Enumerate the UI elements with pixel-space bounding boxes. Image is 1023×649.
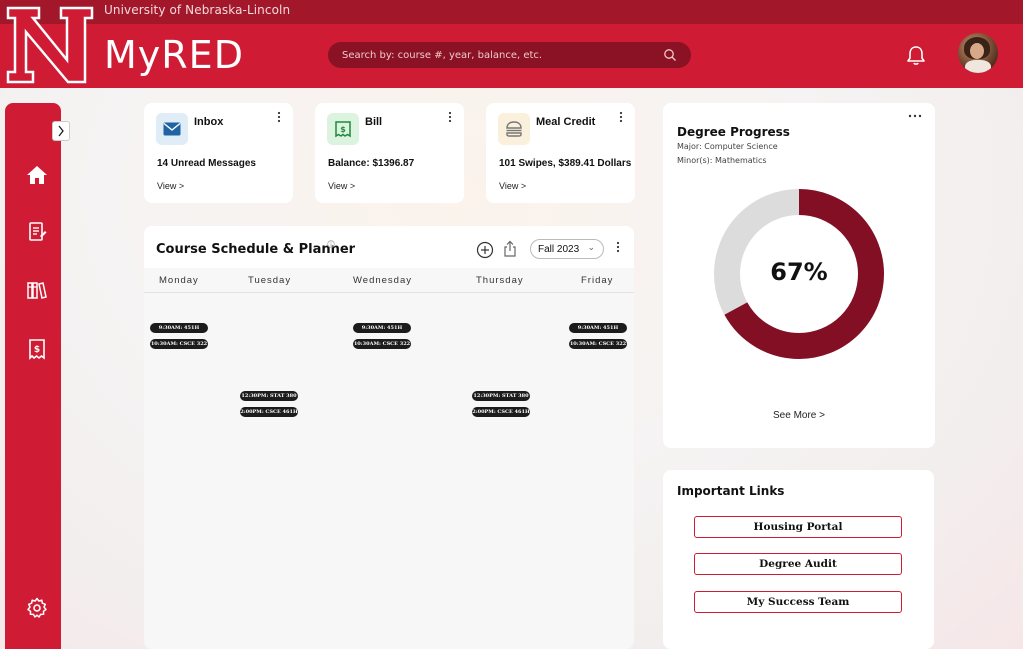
card-title: Inbox bbox=[194, 116, 224, 128]
chevron-right-icon bbox=[58, 125, 64, 137]
important-links-card: Important Links Housing Portal Degree Au… bbox=[663, 470, 934, 649]
mail-icon bbox=[156, 113, 188, 145]
card-title: Bill bbox=[365, 116, 383, 128]
divider bbox=[144, 292, 634, 293]
info-icon[interactable] bbox=[327, 240, 335, 248]
degree-title: Degree Progress bbox=[677, 125, 790, 139]
term-dropdown[interactable]: Fall 2023 ⌄ bbox=[530, 239, 604, 259]
housing-portal-button[interactable]: Housing Portal bbox=[694, 516, 902, 538]
sidebar-expand-button[interactable] bbox=[52, 121, 70, 141]
user-avatar[interactable] bbox=[958, 33, 998, 73]
class-block[interactable]: 2:00PM: CSCE 461H bbox=[472, 407, 530, 417]
notification-bell-icon[interactable] bbox=[905, 44, 927, 66]
nebraska-n-logo-icon[interactable] bbox=[5, 5, 95, 85]
class-block[interactable]: 10:30AM: CSCE 322 bbox=[353, 339, 411, 349]
more-vertical-icon[interactable] bbox=[616, 241, 620, 253]
bill-card[interactable]: $ Bill Balance: $1396.87 View > bbox=[315, 103, 464, 203]
class-block[interactable]: 12:30PM: STAT 380 bbox=[240, 391, 298, 401]
class-block[interactable]: 12:30PM: STAT 380 bbox=[472, 391, 530, 401]
dollar-bill-icon: $ bbox=[327, 113, 359, 145]
university-name: University of Nebraska-Lincoln bbox=[104, 3, 291, 17]
degree-minor: Minor(s): Mathematics bbox=[677, 156, 767, 165]
day-monday: Monday bbox=[159, 275, 199, 286]
class-block[interactable]: 10:30AM: CSCE 322 bbox=[569, 339, 627, 349]
share-icon[interactable] bbox=[502, 240, 518, 258]
svg-text:$: $ bbox=[340, 125, 346, 134]
links-title: Important Links bbox=[677, 484, 785, 498]
more-vertical-icon[interactable] bbox=[277, 111, 281, 123]
svg-text:$: $ bbox=[34, 345, 40, 355]
degree-audit-button[interactable]: Degree Audit bbox=[694, 553, 902, 575]
meal-credit-card[interactable]: Meal Credit 101 Swipes, $389.41 Dollars … bbox=[486, 103, 635, 203]
home-icon[interactable] bbox=[25, 163, 49, 187]
more-horizontal-icon[interactable] bbox=[908, 113, 922, 119]
view-link[interactable]: View > bbox=[328, 181, 355, 191]
more-vertical-icon[interactable] bbox=[619, 111, 623, 123]
class-block[interactable]: 2:00PM: CSCE 461H bbox=[240, 407, 298, 417]
class-block[interactable]: 9:30AM: 451H bbox=[150, 323, 208, 333]
day-wednesday: Wednesday bbox=[353, 275, 412, 286]
class-block[interactable]: 9:30AM: 451H bbox=[569, 323, 627, 333]
search-input[interactable] bbox=[328, 49, 648, 61]
degree-progress-card: Degree Progress Major: Computer Science … bbox=[663, 103, 935, 448]
course-schedule-card: Course Schedule & Planner Fall 2023 ⌄ Mo… bbox=[144, 226, 634, 649]
view-link[interactable]: View > bbox=[157, 181, 184, 191]
card-value: Balance: $1396.87 bbox=[328, 158, 415, 169]
chevron-down-icon: ⌄ bbox=[587, 242, 595, 252]
app-title[interactable]: MyRED bbox=[104, 33, 244, 77]
search-bar[interactable] bbox=[328, 42, 691, 68]
sidebar: $ bbox=[5, 103, 61, 649]
card-value: 101 Swipes, $389.41 Dollars bbox=[499, 158, 632, 169]
day-friday: Friday bbox=[581, 275, 614, 286]
search-icon[interactable] bbox=[663, 48, 677, 62]
term-value: Fall 2023 bbox=[538, 243, 580, 255]
inbox-card[interactable]: Inbox 14 Unread Messages View > bbox=[144, 103, 293, 203]
see-more-link[interactable]: See More > bbox=[663, 410, 935, 421]
day-thursday: Thursday bbox=[476, 275, 524, 286]
class-block[interactable]: 9:30AM: 451H bbox=[353, 323, 411, 333]
settings-icon[interactable] bbox=[25, 596, 49, 620]
degree-percent: 67% bbox=[770, 258, 828, 286]
class-block[interactable]: 10:30AM: CSCE 322 bbox=[150, 339, 208, 349]
document-icon[interactable] bbox=[25, 220, 49, 244]
bill-icon[interactable]: $ bbox=[25, 337, 49, 361]
add-circle-icon[interactable] bbox=[476, 241, 494, 259]
my-success-team-button[interactable]: My Success Team bbox=[694, 591, 902, 613]
library-books-icon[interactable] bbox=[25, 278, 49, 302]
card-title: Meal Credit bbox=[536, 116, 596, 128]
card-value: 14 Unread Messages bbox=[157, 158, 256, 169]
more-vertical-icon[interactable] bbox=[448, 111, 452, 123]
day-tuesday: Tuesday bbox=[248, 275, 292, 286]
degree-major: Major: Computer Science bbox=[677, 142, 778, 151]
view-link[interactable]: View > bbox=[499, 181, 526, 191]
burger-icon bbox=[498, 113, 530, 145]
schedule-title: Course Schedule & Planner bbox=[156, 242, 356, 257]
